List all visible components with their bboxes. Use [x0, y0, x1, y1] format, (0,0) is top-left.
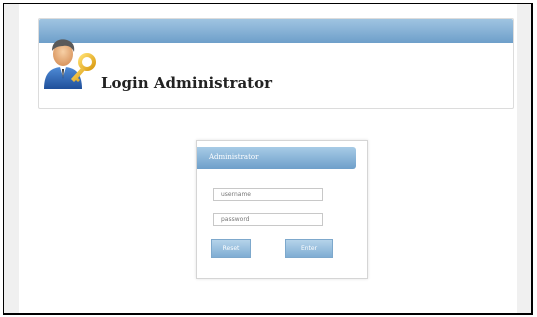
reset-button[interactable]: Reset — [211, 239, 251, 258]
page-canvas: Login Administrator Administrator Reset … — [19, 4, 517, 313]
page-title: Login Administrator — [101, 74, 272, 92]
admin-key-icon — [44, 39, 96, 89]
login-title: Administrator — [209, 153, 259, 161]
header-bar — [39, 19, 513, 43]
login-header: Administrator — [197, 147, 356, 169]
password-input[interactable] — [213, 213, 323, 226]
username-input[interactable] — [213, 188, 323, 201]
browser-frame: Login Administrator Administrator Reset … — [3, 3, 533, 315]
enter-button[interactable]: Enter — [285, 239, 333, 258]
login-panel: Administrator Reset Enter — [196, 140, 368, 279]
header-panel: Login Administrator — [38, 18, 514, 109]
